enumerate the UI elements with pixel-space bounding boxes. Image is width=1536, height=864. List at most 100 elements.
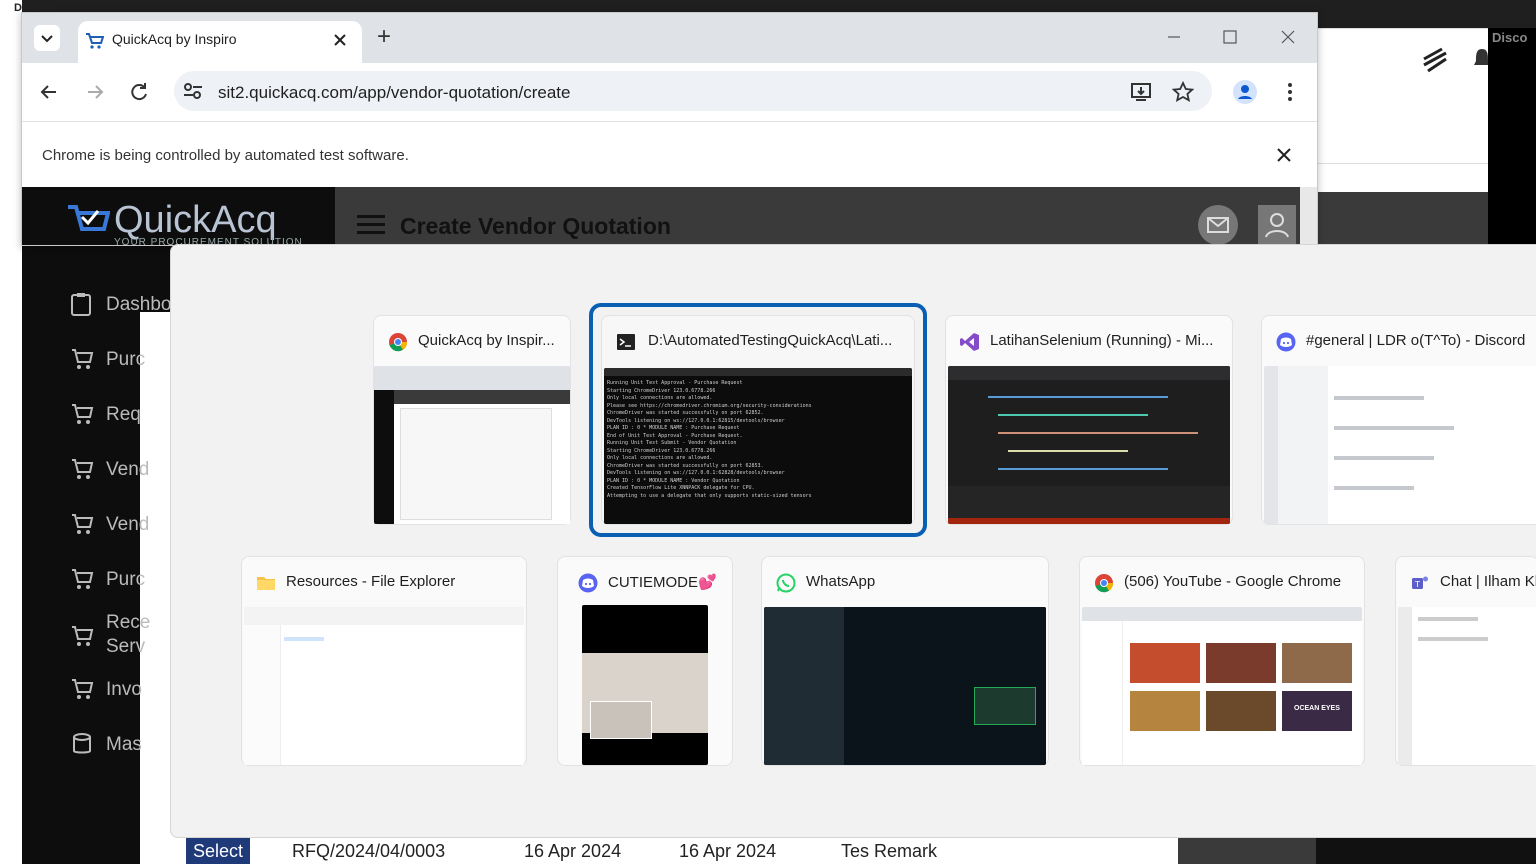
minimize-icon[interactable] bbox=[1166, 29, 1182, 45]
terminal-line: Running Unit Test Submit - Vendor Quotat… bbox=[607, 440, 737, 446]
switcher-card-quickacq[interactable]: QuickAcq by Inspir... bbox=[373, 315, 571, 525]
cart-icon bbox=[72, 626, 94, 646]
sidebar-item-label: Purc bbox=[106, 349, 146, 370]
terminal-line: ChromeDriver was started successfully on… bbox=[607, 410, 764, 416]
tab-title: QuickAcq by Inspiro bbox=[112, 31, 237, 47]
card-title: LatihanSelenium (Running) - Mi... bbox=[990, 332, 1214, 349]
discord-icon bbox=[1276, 332, 1296, 352]
switcher-card-youtube[interactable]: (506) YouTube - Google Chrome OCEAN EYES bbox=[1079, 556, 1365, 766]
app-sidebar-top: QuickAcq YOUR PROCUREMENT SOLUTION bbox=[22, 187, 335, 248]
user-button[interactable] bbox=[1258, 205, 1296, 245]
terminal-line: Only local connections are allowed. bbox=[607, 395, 713, 401]
sidebar-item-label: Req bbox=[106, 404, 141, 425]
forward-arrow-icon[interactable] bbox=[84, 81, 106, 103]
window-thumbnail bbox=[244, 607, 524, 765]
sidebar-item-label: Dashbo bbox=[106, 294, 172, 315]
remark: Tes Remark bbox=[841, 841, 938, 861]
clipboard-icon bbox=[71, 293, 91, 316]
divider bbox=[1316, 163, 1488, 164]
quickacq-favicon-icon bbox=[86, 33, 104, 49]
terminal-line: Starting ChromeDriver 123.0.6778.266 bbox=[607, 447, 716, 454]
terminal-line: PLAN ID : 0 * MODULE NAME : Purchase Req… bbox=[607, 425, 740, 431]
back-arrow-icon[interactable] bbox=[38, 81, 60, 103]
terminal-line: Created TensorFlow Lite XNNPACK delegate… bbox=[607, 485, 755, 491]
terminal-line: End of Unit Test Approval - Purchase Req… bbox=[607, 432, 743, 439]
switcher-card-teams[interactable]: T Chat | Ilham Kh bbox=[1395, 556, 1536, 766]
close-infobar-icon[interactable] bbox=[1276, 147, 1292, 163]
terminal-line: Attempting to use a delegate that only s… bbox=[607, 492, 812, 499]
sidebar-item-label: Vend bbox=[106, 514, 150, 535]
due-date: 16 Apr 2024 bbox=[679, 841, 777, 861]
tab-strip: QuickAcq by Inspiro + bbox=[22, 13, 1317, 63]
cart-icon bbox=[72, 349, 94, 369]
terminal-line: Only local connections are allowed. bbox=[607, 455, 713, 461]
cart-icon bbox=[72, 679, 94, 699]
switcher-card-cutiemode[interactable]: CUTIEMODE💕 bbox=[557, 556, 733, 766]
card-title: CUTIEMODE💕 bbox=[608, 574, 717, 591]
scrollbar[interactable] bbox=[1300, 187, 1317, 245]
youtube-thumb-text: OCEAN EYES bbox=[1294, 705, 1340, 712]
database-icon bbox=[73, 733, 91, 754]
select-button[interactable]: Select bbox=[186, 838, 250, 864]
cart-icon bbox=[72, 459, 94, 479]
hamburger-menu-icon[interactable] bbox=[356, 213, 386, 237]
task-switcher: QuickAcq by Inspir... D:\AutomatedTestin… bbox=[170, 244, 1536, 838]
switcher-card-whatsapp[interactable]: WhatsApp bbox=[761, 556, 1049, 766]
switcher-card-file-explorer[interactable]: Resources - File Explorer bbox=[241, 556, 527, 766]
card-title: Chat | Ilham Kh bbox=[1440, 573, 1536, 590]
site-settings-icon[interactable] bbox=[182, 81, 204, 101]
desktop-background-strip bbox=[0, 0, 22, 864]
new-tab-button[interactable]: + bbox=[377, 23, 391, 51]
chrome-icon bbox=[389, 333, 408, 352]
window-thumbnail bbox=[1398, 607, 1536, 765]
terminal-line: Please see https://chromedriver.chromium… bbox=[607, 402, 812, 409]
rfq-number: RFQ/2024/04/0003 bbox=[292, 841, 446, 861]
terminal-thumbnail: Running Unit Test Approval - Purchase Re… bbox=[604, 368, 912, 524]
svg-text:T: T bbox=[1414, 580, 1420, 589]
terminal-line: DevTools listening on ws://127.0.0.1:628… bbox=[607, 417, 785, 424]
terminal-line: DevTools listening on ws://127.0.0.1:628… bbox=[607, 470, 785, 476]
tab-search-button[interactable] bbox=[34, 25, 60, 51]
card-title: WhatsApp bbox=[806, 573, 876, 590]
cart-icon bbox=[72, 569, 94, 589]
mail-icon bbox=[1207, 217, 1229, 233]
sidebar-item-label: Mas bbox=[106, 734, 142, 755]
cart-icon bbox=[72, 514, 94, 534]
more-menu-icon[interactable] bbox=[1280, 81, 1300, 103]
card-title: D:\AutomatedTestingQuickAcq\Lati... bbox=[648, 332, 893, 349]
infobar-message: Chrome is being controlled by automated … bbox=[42, 147, 409, 164]
sidebar-item-label: Purc bbox=[106, 569, 146, 590]
window-thumbnail bbox=[764, 607, 1046, 765]
visual-studio-icon bbox=[960, 333, 979, 351]
sidebar-item-label: Rece bbox=[106, 612, 151, 633]
switcher-card-visual-studio[interactable]: LatihanSelenium (Running) - Mi... bbox=[945, 315, 1233, 525]
terminal-line: Starting ChromeDriver 123.0.6778.266 bbox=[607, 387, 716, 394]
window-thumbnail: OCEAN EYES bbox=[1082, 607, 1362, 765]
sidebar-item-label: Invo bbox=[106, 679, 142, 700]
chrome-window: QuickAcq by Inspiro + sit2.quickacq.com/… bbox=[21, 12, 1318, 248]
terminal-icon bbox=[617, 334, 635, 350]
bookmark-star-icon[interactable] bbox=[1172, 81, 1194, 103]
switcher-card-terminal[interactable]: D:\AutomatedTestingQuickAcq\Lati... Runn… bbox=[601, 315, 915, 525]
background-window-label: Disco bbox=[1492, 30, 1528, 45]
window-thumbnail bbox=[1264, 366, 1536, 524]
close-tab-icon[interactable] bbox=[333, 33, 347, 47]
url-text[interactable]: sit2.quickacq.com/app/vendor-quotation/c… bbox=[218, 83, 570, 103]
page-title: Create Vendor Quotation bbox=[400, 213, 671, 239]
install-app-icon[interactable] bbox=[1130, 81, 1152, 103]
mail-button[interactable] bbox=[1198, 205, 1238, 245]
reload-icon[interactable] bbox=[128, 81, 150, 103]
user-icon bbox=[1265, 213, 1289, 238]
profile-avatar-icon[interactable] bbox=[1232, 79, 1258, 105]
card-title: #general | LDR o(T^To) - Discord bbox=[1306, 332, 1526, 349]
switcher-card-discord-general[interactable]: #general | LDR o(T^To) - Discord bbox=[1261, 315, 1536, 525]
quickacq-logo-icon bbox=[68, 205, 110, 231]
chevron-down-icon bbox=[41, 35, 53, 43]
card-title: (506) YouTube - Google Chrome bbox=[1124, 573, 1342, 590]
folder-icon bbox=[257, 577, 275, 590]
maximize-icon[interactable] bbox=[1222, 29, 1238, 45]
sidebar-item-label: Vend bbox=[106, 459, 150, 480]
terminal-line: Running Unit Test Approval - Purchase Re… bbox=[607, 380, 743, 386]
close-window-icon[interactable] bbox=[1280, 29, 1296, 45]
chrome-icon bbox=[1095, 574, 1114, 593]
